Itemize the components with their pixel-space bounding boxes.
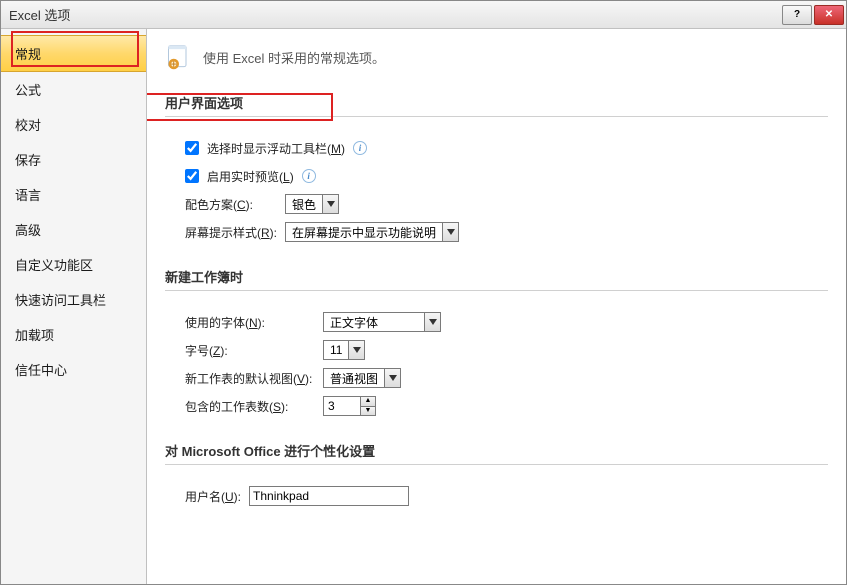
select-default-font[interactable]: 正文字体 xyxy=(323,312,441,332)
sidebar-item-save[interactable]: 保存 xyxy=(1,142,146,177)
spinner-down[interactable]: ▼ xyxy=(361,406,375,415)
sidebar-item-quick-access[interactable]: 快速访问工具栏 xyxy=(1,282,146,317)
spinner-buttons: ▲ ▼ xyxy=(360,397,375,415)
row-color-scheme: 配色方案(C): 银色 xyxy=(185,193,828,215)
label-username: 用户名(U): xyxy=(185,488,241,505)
section-title-newwb: 新建工作簿时 xyxy=(165,263,828,291)
input-username[interactable] xyxy=(249,486,409,506)
sidebar-item-addins[interactable]: 加载项 xyxy=(1,317,146,352)
chevron-down-icon xyxy=(348,341,364,359)
row-sheet-count: 包含的工作表数(S): ▲ ▼ xyxy=(185,395,828,417)
content-panel: 使用 Excel 时采用的常规选项。 用户界面选项 选择时显示浮动工具栏(M) … xyxy=(147,29,846,584)
select-screentip-value: 在屏幕提示中显示功能说明 xyxy=(286,223,442,241)
sidebar-item-label: 快速访问工具栏 xyxy=(15,293,106,308)
sidebar-item-language[interactable]: 语言 xyxy=(1,177,146,212)
label-mini-toolbar: 选择时显示浮动工具栏(M) xyxy=(207,140,345,157)
select-font-size[interactable]: 11 xyxy=(323,340,365,360)
chevron-down-icon xyxy=(322,195,338,213)
select-color-scheme-value: 银色 xyxy=(286,195,322,213)
row-default-view: 新工作表的默认视图(V): 普通视图 xyxy=(185,367,828,389)
section-body-personalize: 用户名(U): xyxy=(165,475,828,519)
sidebar-item-label: 加载项 xyxy=(15,328,54,343)
label-screentip: 屏幕提示样式(R): xyxy=(185,224,277,241)
spinner-up[interactable]: ▲ xyxy=(361,397,375,406)
label-default-view: 新工作表的默认视图(V): xyxy=(185,370,315,387)
category-sidebar: 常规 公式 校对 保存 语言 高级 自定义功能区 快速访问工具栏 加载项 信任中… xyxy=(1,29,147,584)
row-font: 使用的字体(N): 正文字体 xyxy=(185,311,828,333)
titlebar: Excel 选项 ? ✕ xyxy=(1,1,846,29)
section-body-newwb: 使用的字体(N): 正文字体 字号(Z): 11 新工作表的默认视图(V): xyxy=(165,301,828,429)
page-header-text: 使用 Excel 时采用的常规选项。 xyxy=(203,48,385,67)
label-font-size: 字号(Z): xyxy=(185,342,315,359)
sidebar-item-proofing[interactable]: 校对 xyxy=(1,107,146,142)
label-color-scheme: 配色方案(C): xyxy=(185,196,253,213)
sidebar-item-general[interactable]: 常规 xyxy=(1,35,146,72)
label-sheet-count: 包含的工作表数(S): xyxy=(185,398,315,415)
info-icon[interactable]: i xyxy=(302,169,316,183)
sidebar-item-label: 保存 xyxy=(15,153,41,168)
row-live-preview: 启用实时预览(L) i xyxy=(185,165,828,187)
row-font-size: 字号(Z): 11 xyxy=(185,339,828,361)
close-button[interactable]: ✕ xyxy=(814,5,844,25)
dialog-body: 常规 公式 校对 保存 语言 高级 自定义功能区 快速访问工具栏 加载项 信任中… xyxy=(1,29,846,584)
info-icon[interactable]: i xyxy=(353,141,367,155)
sidebar-item-label: 语言 xyxy=(15,188,41,203)
label-live-preview: 启用实时预览(L) xyxy=(207,168,294,185)
page-header: 使用 Excel 时采用的常规选项。 xyxy=(165,43,828,71)
label-font: 使用的字体(N): xyxy=(185,314,315,331)
row-mini-toolbar: 选择时显示浮动工具栏(M) i xyxy=(185,137,828,159)
help-button[interactable]: ? xyxy=(782,5,812,25)
window-title: Excel 选项 xyxy=(9,5,780,24)
sidebar-item-label: 高级 xyxy=(15,223,41,238)
chevron-down-icon xyxy=(384,369,400,387)
window-controls: ? ✕ xyxy=(780,5,844,25)
input-sheet-count[interactable] xyxy=(324,397,360,415)
section-title-ui: 用户界面选项 xyxy=(165,89,828,117)
sidebar-item-advanced[interactable]: 高级 xyxy=(1,212,146,247)
sidebar-item-label: 信任中心 xyxy=(15,363,67,378)
select-screentip-style[interactable]: 在屏幕提示中显示功能说明 xyxy=(285,222,459,242)
select-default-view-value: 普通视图 xyxy=(324,369,384,387)
checkbox-live-preview[interactable] xyxy=(185,169,199,183)
select-color-scheme[interactable]: 银色 xyxy=(285,194,339,214)
sidebar-item-label: 常规 xyxy=(15,47,41,62)
chevron-down-icon xyxy=(424,313,440,331)
section-body-ui: 选择时显示浮动工具栏(M) i 启用实时预览(L) i 配色方案(C): 银色 xyxy=(165,127,828,255)
sidebar-item-customize-ribbon[interactable]: 自定义功能区 xyxy=(1,247,146,282)
select-default-view[interactable]: 普通视图 xyxy=(323,368,401,388)
select-default-font-value: 正文字体 xyxy=(324,313,424,331)
options-dialog: Excel 选项 ? ✕ 常规 公式 校对 保存 语言 高级 自定义功能区 快速… xyxy=(0,0,847,585)
sidebar-item-label: 公式 xyxy=(15,83,41,98)
checkbox-mini-toolbar[interactable] xyxy=(185,141,199,155)
section-title-personalize: 对 Microsoft Office 进行个性化设置 xyxy=(165,437,828,465)
options-icon xyxy=(165,43,193,71)
sidebar-item-trust-center[interactable]: 信任中心 xyxy=(1,352,146,387)
row-screentip: 屏幕提示样式(R): 在屏幕提示中显示功能说明 xyxy=(185,221,828,243)
sidebar-item-label: 校对 xyxy=(15,118,41,133)
select-font-size-value: 11 xyxy=(324,341,348,359)
sidebar-item-label: 自定义功能区 xyxy=(15,258,93,273)
chevron-down-icon xyxy=(442,223,458,241)
sidebar-item-formulas[interactable]: 公式 xyxy=(1,72,146,107)
row-username: 用户名(U): xyxy=(185,485,828,507)
spinner-sheet-count[interactable]: ▲ ▼ xyxy=(323,396,376,416)
